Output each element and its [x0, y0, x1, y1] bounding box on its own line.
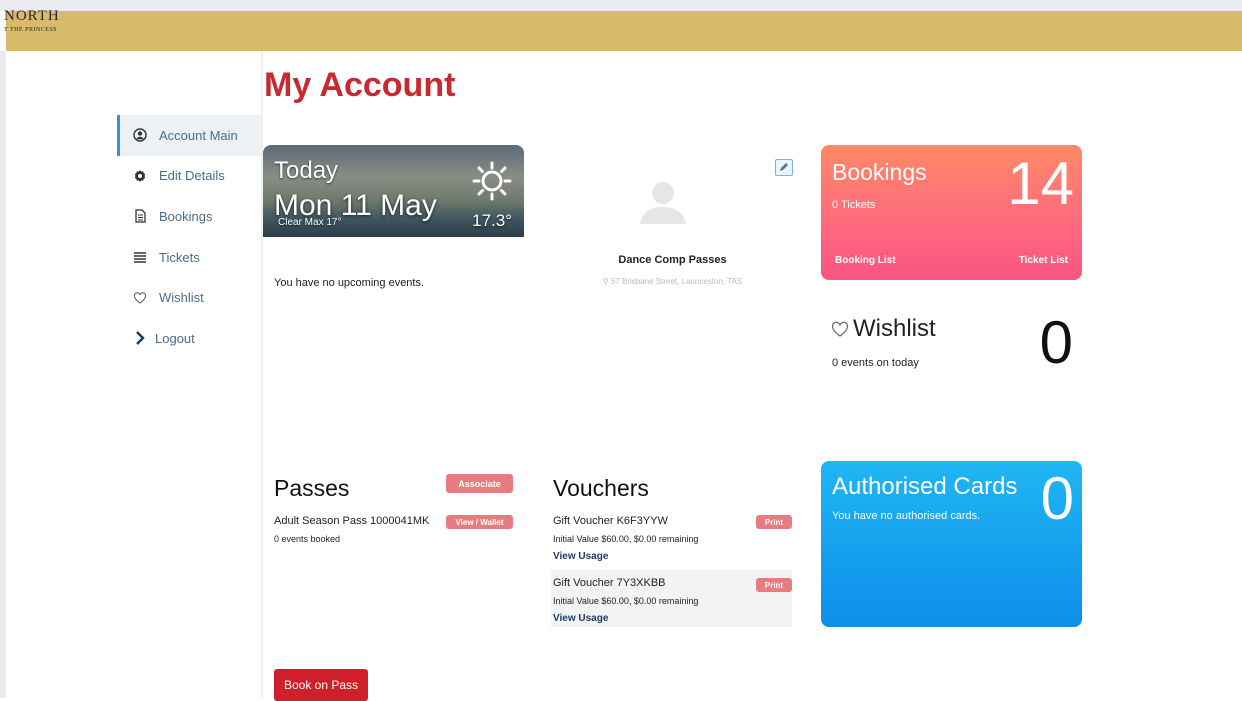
- weather-widget: Today Mon 11 May Clear Max 17° 17.3°: [263, 145, 524, 237]
- book-on-pass-button[interactable]: Book on Pass: [274, 669, 368, 701]
- wishlist-title: Wishlist: [853, 315, 936, 342]
- no-events-text: You have no upcoming events.: [274, 277, 425, 289]
- sidebar-item-label: Tickets: [159, 249, 200, 265]
- print-voucher-button[interactable]: Print: [756, 515, 792, 529]
- ticket-list-link[interactable]: Ticket List: [1019, 255, 1068, 266]
- sidebar-item-tickets[interactable]: Tickets: [117, 237, 262, 278]
- voucher-name: Gift Voucher K6F3YYW: [553, 515, 668, 527]
- chevron-right-icon: [133, 331, 147, 346]
- wishlist-card: Wishlist 0 events on today 0: [821, 305, 1082, 385]
- site-header: NORTH T THE PRINCESS: [4, 8, 1242, 51]
- profile-address-text: 57 Brisbane Street, Launceston, TAS: [610, 277, 743, 286]
- bookings-title: Bookings: [832, 159, 927, 185]
- wishlist-subtitle: 0 events on today: [832, 357, 919, 369]
- authorised-cards-title: Authorised Cards: [832, 473, 1018, 500]
- pass-name: Adult Season Pass 1000041MK: [274, 515, 430, 527]
- authorised-cards-subtitle: You have no authorised cards.: [832, 510, 981, 522]
- location-pin-icon: ⚲: [602, 277, 611, 286]
- view-usage-link[interactable]: View Usage: [553, 613, 608, 624]
- voucher-name: Gift Voucher 7Y3XKBB: [553, 577, 666, 589]
- associate-button[interactable]: Associate: [446, 474, 513, 493]
- sidebar-item-wishlist[interactable]: Wishlist: [117, 277, 262, 318]
- booking-list-link[interactable]: Booking List: [835, 255, 896, 266]
- top-gap: [0, 0, 1242, 11]
- sun-icon: [472, 161, 512, 206]
- document-icon: [133, 209, 147, 224]
- sidebar-item-label: Logout: [155, 330, 195, 346]
- sidebar-item-logout[interactable]: Logout: [117, 318, 262, 359]
- bookings-count: 14: [1007, 150, 1074, 217]
- bookings-subtitle: 0 Tickets: [832, 199, 876, 211]
- passes-heading: Passes: [274, 475, 350, 501]
- sidebar-item-label: Edit Details: [159, 168, 225, 184]
- wishlist-count: 0: [1039, 309, 1073, 376]
- voucher-value: Initial Value $60.00, $0.00 remaining: [553, 596, 699, 606]
- print-voucher-button[interactable]: Print: [756, 578, 792, 592]
- authorised-cards-card: Authorised Cards You have no authorised …: [821, 461, 1082, 627]
- list-icon: [133, 250, 147, 264]
- heart-icon: [133, 291, 147, 305]
- sidebar-item-account-main[interactable]: Account Main: [117, 115, 262, 156]
- voucher-value: Initial Value $60.00, $0.00 remaining: [553, 534, 699, 544]
- vouchers-heading: Vouchers: [553, 475, 649, 501]
- bookings-card: Bookings 0 Tickets 14 Booking List Ticke…: [821, 145, 1082, 280]
- view-wallet-button[interactable]: View / Wallet: [446, 515, 513, 529]
- user-circle-icon: [133, 128, 147, 142]
- weather-condition: Clear Max 17°: [278, 217, 342, 228]
- weather-temp: 17.3°: [472, 211, 512, 230]
- authorised-cards-count: 0: [1040, 465, 1074, 532]
- pass-events-booked: 0 events booked: [274, 534, 341, 544]
- wishlist-title-row[interactable]: Wishlist: [831, 315, 936, 343]
- sidebar-item-label: Bookings: [159, 208, 213, 224]
- sidebar-item-label: Account Main: [159, 127, 238, 143]
- view-usage-link[interactable]: View Usage: [553, 551, 608, 562]
- account-sidebar: Account Main Edit Details Bookings Ticke…: [117, 115, 262, 359]
- weather-heading: Today: [274, 157, 339, 184]
- heart-icon: [831, 321, 849, 337]
- left-strip: [0, 51, 6, 698]
- edit-profile-button[interactable]: [775, 159, 793, 176]
- profile-name: Dance Comp Passes: [618, 254, 727, 266]
- gear-icon: [133, 169, 147, 183]
- pencil-icon: [779, 159, 789, 177]
- sidebar-item-bookings[interactable]: Bookings: [117, 196, 262, 237]
- profile-panel: Dance Comp Passes ⚲ 57 Brisbane Street, …: [560, 150, 793, 300]
- logo-line2: T THE PRINCESS: [4, 27, 58, 33]
- page-title: My Account: [264, 66, 456, 104]
- profile-address: ⚲ 57 Brisbane Street, Launceston, TAS: [560, 277, 785, 286]
- sidebar-item-edit-details[interactable]: Edit Details: [117, 156, 262, 197]
- logo-line1: NORTH: [4, 8, 60, 24]
- sidebar-item-label: Wishlist: [159, 290, 204, 306]
- avatar: [638, 180, 688, 229]
